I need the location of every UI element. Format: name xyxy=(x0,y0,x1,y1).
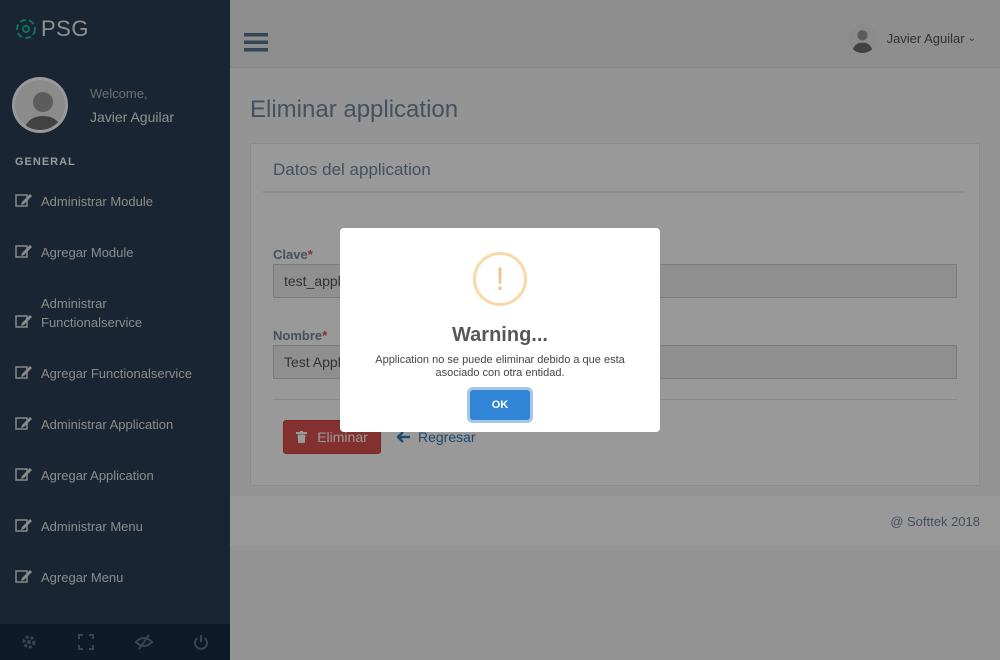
ok-button[interactable]: OK xyxy=(470,390,530,420)
warning-glyph: ! xyxy=(495,260,505,297)
modal-message: Application no se puede eliminar debido … xyxy=(375,354,625,379)
modal-title: Warning... xyxy=(452,324,548,346)
warning-icon: ! xyxy=(473,252,527,306)
warning-modal: ! Warning... Application no se puede eli… xyxy=(340,228,660,432)
ok-button-label: OK xyxy=(491,399,509,411)
